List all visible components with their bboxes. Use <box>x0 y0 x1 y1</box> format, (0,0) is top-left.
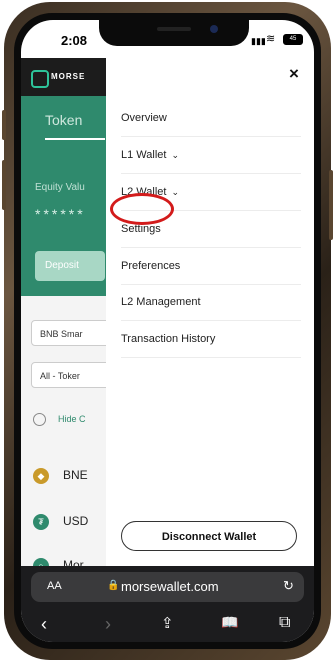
back-icon[interactable]: ‹ <box>41 614 47 635</box>
menu-item-label: Preferences <box>121 260 181 272</box>
bookmarks-icon[interactable]: 📖 <box>221 614 238 631</box>
hide-toggle[interactable]: Hide C <box>33 413 86 426</box>
menu-item-l1-wallet[interactable]: L1 Wallet ⌄ <box>121 137 301 174</box>
menu-item-label: Overview <box>121 112 167 124</box>
camera-icon <box>210 25 218 33</box>
share-icon[interactable]: ⇪ <box>161 614 174 632</box>
brand-name: MORSE <box>51 72 86 81</box>
menu-item-label: L2 Management <box>121 296 201 308</box>
status-time: 2:08 <box>61 33 88 48</box>
browser-toolbar: AA 🔒 morsewallet.com ↻ ‹ › ⇪ 📖 ⧉ <box>21 566 314 642</box>
notch <box>99 20 249 46</box>
token-symbol: BNE <box>63 468 88 483</box>
equity-value-masked: ****** <box>35 206 86 222</box>
tab-underline <box>45 138 105 140</box>
token-row[interactable]: ₮ USD <box>33 514 88 530</box>
menu-item-preferences[interactable]: Preferences <box>121 248 301 285</box>
reload-icon[interactable]: ↻ <box>283 578 294 594</box>
tether-icon: ₮ <box>33 514 49 530</box>
menu-item-label: Transaction History <box>121 333 216 345</box>
token-symbol: USD <box>63 514 89 529</box>
power-button <box>329 170 333 240</box>
morse-logo-icon <box>31 70 49 88</box>
tabs-icon[interactable]: ⧉ <box>279 614 290 632</box>
forward-icon[interactable]: › <box>105 614 111 635</box>
disconnect-wallet-button[interactable]: Disconnect Wallet <box>121 521 297 551</box>
tab-token[interactable]: Token <box>45 112 82 128</box>
settings-highlight-annotation <box>110 193 174 225</box>
lock-icon: 🔒 <box>107 580 120 591</box>
close-icon[interactable]: × <box>289 64 299 84</box>
status-bar: 2:08 ▮▮▮ ≋ 45 <box>21 20 314 58</box>
hide-label: Hide C <box>58 413 86 424</box>
mute-switch <box>2 110 6 140</box>
bnb-icon: ◆ <box>33 468 49 484</box>
menu-item-label: L1 Wallet <box>121 149 167 161</box>
chevron-down-icon: ⌄ <box>171 187 179 197</box>
address-bar[interactable]: AA 🔒 morsewallet.com ↻ <box>31 572 304 602</box>
text-size-button[interactable]: AA <box>47 580 62 592</box>
url-text[interactable]: morsewallet.com <box>121 579 219 594</box>
browser-nav: ‹ › ⇪ 📖 ⧉ <box>21 608 314 638</box>
speaker <box>157 27 191 31</box>
token-row[interactable]: ◆ BNE <box>33 468 88 484</box>
screen: 2:08 ▮▮▮ ≋ 45 MORSE Token Equity Valu **… <box>21 20 314 642</box>
menu-item-l2-management[interactable]: L2 Management <box>121 284 301 321</box>
nav-drawer: × Overview L1 Wallet ⌄ L2 Wallet ⌄ Setting… <box>106 58 314 566</box>
radio-icon[interactable] <box>33 413 46 426</box>
wifi-icon: ≋ <box>266 33 276 45</box>
deposit-button[interactable]: Deposit <box>35 251 105 281</box>
battery-icon: 45 <box>283 34 303 45</box>
menu-item-transaction-history[interactable]: Transaction History <box>121 321 301 358</box>
volume-up-button <box>2 160 6 210</box>
menu-item-overview[interactable]: Overview <box>121 100 301 137</box>
signal-icon: ▮▮▮ <box>251 36 266 46</box>
equity-label: Equity Valu <box>35 182 85 193</box>
chevron-down-icon: ⌄ <box>171 150 179 160</box>
